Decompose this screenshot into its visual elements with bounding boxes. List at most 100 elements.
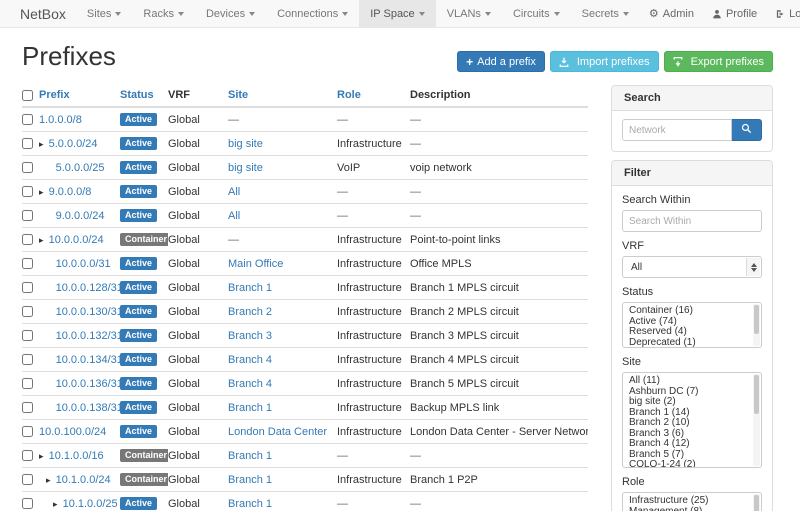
site-link[interactable]: Branch 4 bbox=[228, 378, 272, 390]
row-checkbox[interactable] bbox=[22, 426, 33, 437]
row-checkbox[interactable] bbox=[22, 138, 33, 149]
search-input[interactable] bbox=[622, 119, 732, 141]
search-within-input[interactable] bbox=[622, 210, 762, 232]
row-checkbox[interactable] bbox=[22, 114, 33, 125]
site-link[interactable]: Branch 1 bbox=[228, 474, 272, 486]
scrollbar[interactable] bbox=[753, 494, 760, 511]
scrollbar[interactable] bbox=[753, 374, 760, 466]
search-icon bbox=[741, 121, 752, 139]
table-row: ▸ 10.0.0.136/31 Active Global Branch 4 I… bbox=[22, 372, 588, 396]
row-checkbox[interactable] bbox=[22, 450, 33, 461]
nav-item-ip-space[interactable]: IP Space bbox=[359, 0, 435, 27]
site-link[interactable]: Branch 1 bbox=[228, 450, 272, 462]
table-row: ▸ 10.1.0.0/25 Active Global Branch 1 — — bbox=[22, 492, 588, 511]
row-checkbox[interactable] bbox=[22, 162, 33, 173]
row-checkbox[interactable] bbox=[22, 474, 33, 485]
prefix-link[interactable]: 10.0.0.128/31 bbox=[56, 282, 120, 294]
nav-item-label: Log out bbox=[789, 8, 800, 20]
row-checkbox[interactable] bbox=[22, 282, 33, 293]
export-prefixes-button[interactable]: Export prefixes bbox=[664, 51, 773, 72]
site-option[interactable]: All (11) bbox=[629, 376, 751, 387]
site-option[interactable]: big site (2) bbox=[629, 397, 751, 408]
table-row: ▸ 10.0.0.128/31 Active Global Branch 1 I… bbox=[22, 276, 588, 300]
role-label: Role bbox=[622, 476, 762, 488]
import-prefixes-button[interactable]: Import prefixes bbox=[550, 51, 659, 72]
add-prefix-button[interactable]: + Add a prefix bbox=[457, 51, 545, 72]
site-link[interactable]: All bbox=[228, 186, 240, 198]
nav-item-circuits[interactable]: Circuits bbox=[502, 0, 571, 27]
row-checkbox[interactable] bbox=[22, 498, 33, 509]
site-option[interactable]: COLO-1-24 (2) bbox=[629, 460, 751, 468]
row-checkbox[interactable] bbox=[22, 306, 33, 317]
site-link[interactable]: big site bbox=[228, 138, 263, 150]
nav-item-vlans[interactable]: VLANs bbox=[436, 0, 502, 27]
column-header-role[interactable]: Role bbox=[337, 89, 361, 101]
column-header-status[interactable]: Status bbox=[120, 89, 154, 101]
site-link[interactable]: Branch 2 bbox=[228, 306, 272, 318]
prefix-link[interactable]: 10.0.0.138/31 bbox=[56, 402, 120, 414]
select-all-checkbox[interactable] bbox=[22, 90, 33, 101]
profile-menu-item[interactable]: Profile bbox=[703, 0, 766, 27]
vrf-cell: Global bbox=[168, 420, 228, 444]
row-checkbox[interactable] bbox=[22, 210, 33, 221]
site-option[interactable]: Branch 4 (12) bbox=[629, 439, 751, 450]
select-arrows-icon bbox=[746, 258, 760, 276]
prefix-link[interactable]: 9.0.0.0/8 bbox=[49, 186, 92, 198]
site-link[interactable]: Branch 3 bbox=[228, 330, 272, 342]
site-link[interactable]: Main Office bbox=[228, 258, 283, 270]
admin-menu-item[interactable]: ⚙Admin bbox=[640, 0, 703, 27]
row-checkbox[interactable] bbox=[22, 378, 33, 389]
status-option[interactable]: Container (16) bbox=[629, 306, 751, 317]
nav-item-racks[interactable]: Racks bbox=[132, 0, 195, 27]
nav-item-sites[interactable]: Sites bbox=[76, 0, 132, 27]
prefix-link[interactable]: 10.0.0.0/24 bbox=[49, 234, 104, 246]
prefix-link[interactable]: 10.0.0.0/31 bbox=[56, 258, 111, 270]
prefix-link[interactable]: 10.0.0.132/31 bbox=[56, 330, 120, 342]
site-link[interactable]: Branch 1 bbox=[228, 282, 272, 294]
prefix-link[interactable]: 10.0.0.134/31 bbox=[56, 354, 120, 366]
role-option[interactable]: Infrastructure (25) bbox=[629, 496, 751, 507]
prefix-link[interactable]: 10.1.0.0/25 bbox=[63, 498, 118, 510]
nav-item-devices[interactable]: Devices bbox=[195, 0, 266, 27]
prefix-link[interactable]: 1.0.0.0/8 bbox=[39, 114, 82, 126]
row-checkbox[interactable] bbox=[22, 258, 33, 269]
log-out-menu-item[interactable]: Log out bbox=[766, 0, 800, 27]
site-listbox[interactable]: All (11)Ashburn DC (7)big site (2)Branch… bbox=[622, 372, 762, 468]
prefix-link[interactable]: 5.0.0.0/24 bbox=[49, 138, 98, 150]
site-link[interactable]: All bbox=[228, 210, 240, 222]
row-checkbox[interactable] bbox=[22, 402, 33, 413]
prefix-link[interactable]: 10.0.0.136/31 bbox=[56, 378, 120, 390]
vrf-select[interactable]: All bbox=[622, 256, 762, 278]
status-option[interactable]: Deprecated (1) bbox=[629, 338, 751, 349]
row-checkbox[interactable] bbox=[22, 234, 33, 245]
vrf-cell: Global bbox=[168, 372, 228, 396]
prefix-link[interactable]: 9.0.0.0/24 bbox=[56, 210, 105, 222]
row-checkbox[interactable] bbox=[22, 186, 33, 197]
prefix-link[interactable]: 10.1.0.0/16 bbox=[49, 450, 104, 462]
prefix-link[interactable]: 10.0.100.0/24 bbox=[39, 426, 106, 438]
nav-item-connections[interactable]: Connections bbox=[266, 0, 359, 27]
nav-item-secrets[interactable]: Secrets bbox=[571, 0, 640, 27]
prefix-link[interactable]: 10.1.0.0/24 bbox=[56, 474, 111, 486]
expand-caret-icon: ▸ bbox=[39, 140, 44, 150]
site-link[interactable]: London Data Center bbox=[228, 426, 327, 438]
brand-logo[interactable]: NetBox bbox=[20, 0, 66, 27]
row-checkbox[interactable] bbox=[22, 330, 33, 341]
column-header-site[interactable]: Site bbox=[228, 89, 248, 101]
site-cell: — bbox=[228, 114, 239, 126]
site-link[interactable]: Branch 1 bbox=[228, 498, 272, 510]
prefix-link[interactable]: 5.0.0.0/25 bbox=[56, 162, 105, 174]
row-checkbox[interactable] bbox=[22, 354, 33, 365]
role-listbox[interactable]: Infrastructure (25)Management (8)Private… bbox=[622, 492, 762, 511]
site-link[interactable]: Branch 4 bbox=[228, 354, 272, 366]
column-header-prefix[interactable]: Prefix bbox=[39, 89, 70, 101]
scrollbar[interactable] bbox=[753, 304, 760, 346]
site-link[interactable]: big site bbox=[228, 162, 263, 174]
prefix-link[interactable]: 10.0.0.130/31 bbox=[56, 306, 120, 318]
search-button[interactable] bbox=[732, 119, 762, 141]
site-link[interactable]: Branch 1 bbox=[228, 402, 272, 414]
status-listbox[interactable]: Container (16)Active (74)Reserved (4)Dep… bbox=[622, 302, 762, 348]
status-option[interactable]: Reserved (4) bbox=[629, 327, 751, 338]
site-option[interactable]: Branch 2 (10) bbox=[629, 418, 751, 429]
role-option[interactable]: Management (8) bbox=[629, 507, 751, 511]
